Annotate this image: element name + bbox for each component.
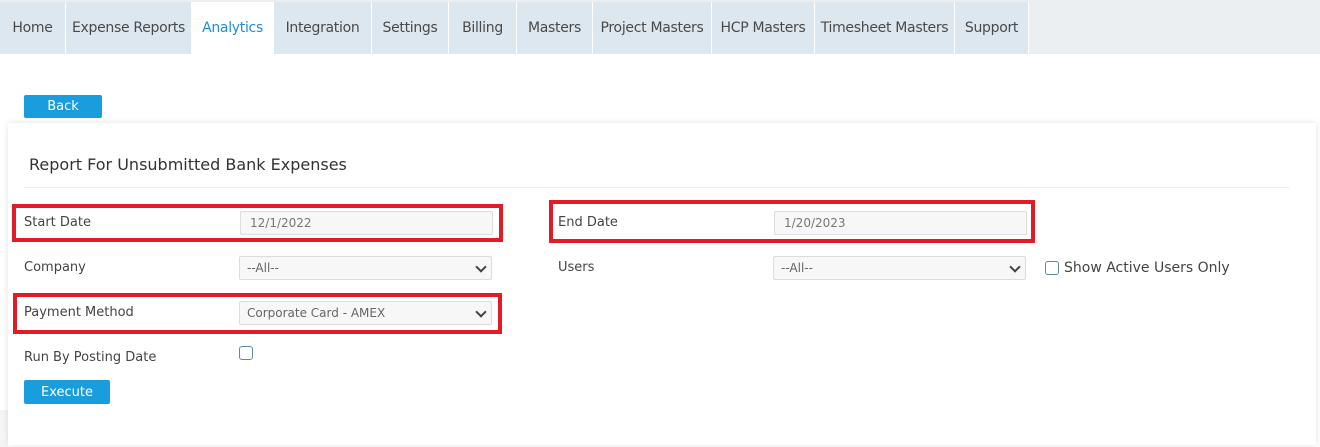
run-by-posting-date-checkbox[interactable] <box>239 346 253 360</box>
show-active-users-checkbox[interactable] <box>1045 261 1059 275</box>
tab-analytics[interactable]: Analytics <box>192 2 274 54</box>
tab-expense-reports[interactable]: Expense Reports <box>66 2 192 54</box>
users-label: Users <box>558 260 595 275</box>
show-active-users-label: Show Active Users Only <box>1064 260 1230 276</box>
tab-billing[interactable]: Billing <box>449 2 517 54</box>
end-date-highlight <box>549 200 1035 243</box>
main-nav-tabs: Home Expense Reports Analytics Integrati… <box>0 0 1320 54</box>
tab-integration[interactable]: Integration <box>274 2 372 54</box>
back-button[interactable]: Back <box>24 95 102 118</box>
tab-timesheet-masters[interactable]: Timesheet Masters <box>815 2 955 54</box>
tab-masters[interactable]: Masters <box>517 2 593 54</box>
company-select[interactable]: --All-- <box>239 256 492 280</box>
payment-method-highlight <box>13 293 502 334</box>
chevron-down-icon <box>1009 261 1021 273</box>
page-background <box>0 410 8 447</box>
users-select[interactable]: --All-- <box>773 256 1026 280</box>
company-selected-value: --All-- <box>247 261 279 275</box>
users-selected-value: --All-- <box>781 261 813 275</box>
tab-settings[interactable]: Settings <box>372 2 449 54</box>
company-label: Company <box>24 260 86 275</box>
tab-project-masters[interactable]: Project Masters <box>593 2 712 54</box>
report-title: Report For Unsubmitted Bank Expenses <box>29 155 347 174</box>
run-by-posting-date-label: Run By Posting Date <box>24 350 157 365</box>
start-date-highlight <box>12 204 503 242</box>
tab-hcp-masters[interactable]: HCP Masters <box>712 2 815 54</box>
title-divider <box>24 187 1290 188</box>
execute-button[interactable]: Execute <box>24 380 110 404</box>
tab-home[interactable]: Home <box>0 2 66 54</box>
tab-support[interactable]: Support <box>955 2 1029 54</box>
chevron-down-icon <box>475 261 487 273</box>
